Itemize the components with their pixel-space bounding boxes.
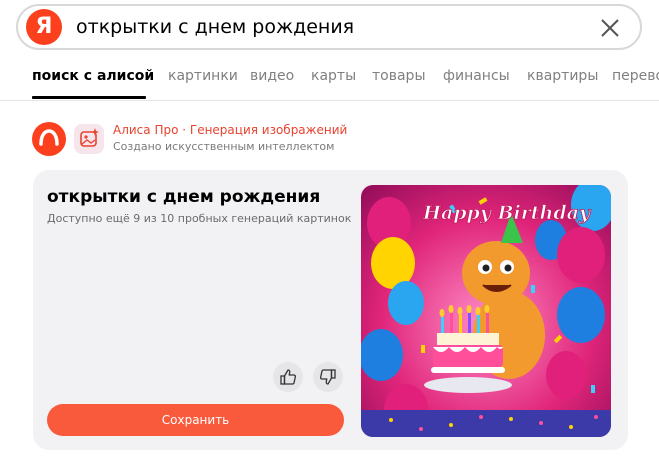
thumbs-up-icon xyxy=(280,369,297,385)
active-tab-indicator xyxy=(32,96,146,99)
ai-generated-note: Создано искусственным интеллектом xyxy=(113,140,335,153)
image-generation-icon xyxy=(74,124,104,154)
tab-apartments[interactable]: квартиры xyxy=(527,68,598,84)
tab-images[interactable]: картинки xyxy=(168,68,238,84)
yandex-logo[interactable]: Я xyxy=(26,9,62,45)
alice-logo xyxy=(32,122,66,156)
tab-products[interactable]: товары xyxy=(372,68,426,84)
alice-pro-link[interactable]: Алиса Про · Генерация изображений xyxy=(113,123,347,137)
dislike-button[interactable] xyxy=(313,362,343,392)
card-title: открытки с днем рождения xyxy=(47,187,321,207)
close-icon[interactable] xyxy=(598,16,622,40)
search-input[interactable]: открытки с днем рождения xyxy=(76,16,354,38)
tab-alice-search[interactable]: поиск с алисой xyxy=(32,68,154,84)
tab-translate[interactable]: перевод xyxy=(612,68,659,84)
thumbs-down-icon xyxy=(319,369,336,385)
like-button[interactable] xyxy=(273,362,303,392)
save-button[interactable]: Сохранить xyxy=(47,404,344,436)
generations-remaining: Доступно ещё 9 из 10 пробных генераций к… xyxy=(47,212,352,225)
tab-maps[interactable]: карты xyxy=(311,68,356,84)
tab-finance[interactable]: финансы xyxy=(443,68,510,84)
search-bar[interactable]: Я открытки с днем рождения xyxy=(16,4,642,50)
generated-image[interactable]: Happy Birthday xyxy=(361,185,611,437)
tab-video[interactable]: видео xyxy=(250,68,294,84)
search-tabs: поиск с алисой картинки видео карты това… xyxy=(0,64,659,101)
image-caption: Happy Birthday xyxy=(422,202,592,224)
